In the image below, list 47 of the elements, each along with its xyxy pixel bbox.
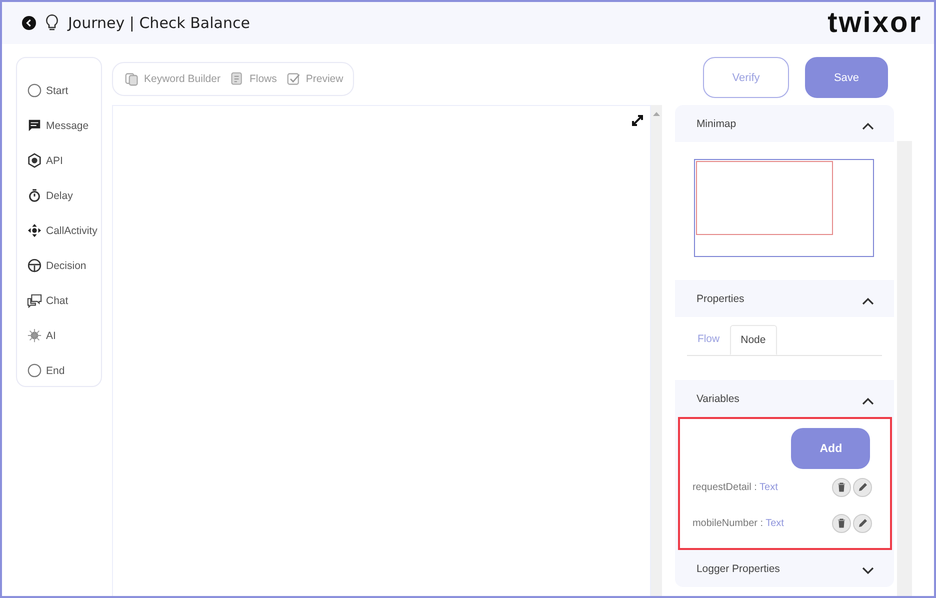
copy-icon <box>125 72 139 86</box>
scrollbar[interactable] <box>650 105 662 596</box>
variable-label: mobileNumber : Text <box>692 518 784 528</box>
stopwatch-icon <box>27 188 42 203</box>
palette-item[interactable]: Chat <box>27 283 101 318</box>
pencil-icon <box>858 518 868 528</box>
palette-item[interactable]: API <box>27 143 101 178</box>
chevron-down-icon[interactable] <box>862 566 874 574</box>
trash-icon <box>837 518 846 528</box>
tab[interactable]: Node <box>730 325 777 355</box>
trash-icon <box>837 482 846 492</box>
palette-item[interactable]: Start <box>27 73 101 108</box>
lightbulb-icon <box>44 14 60 32</box>
expand-icon[interactable] <box>630 114 644 127</box>
logo: twixor <box>828 6 922 40</box>
chevron-up-icon[interactable] <box>862 122 874 130</box>
edit-button[interactable] <box>853 478 872 496</box>
chevron-up-icon[interactable] <box>862 296 874 304</box>
palette-item[interactable]: CallActivity <box>27 213 101 248</box>
hexagon-icon <box>27 153 42 168</box>
section-header[interactable]: Properties <box>675 280 894 317</box>
chat-icon <box>27 293 42 308</box>
scrollbar[interactable] <box>897 141 912 596</box>
message-icon <box>27 118 42 133</box>
document-icon <box>230 72 244 86</box>
palette-item[interactable]: Delay <box>27 178 101 213</box>
delete-button[interactable] <box>832 514 852 532</box>
circle-icon <box>27 83 42 98</box>
back-icon[interactable] <box>22 16 36 30</box>
palette-item[interactable]: Message <box>27 108 101 143</box>
checkbox-icon <box>286 72 301 86</box>
palette-item[interactable]: AI <box>27 318 101 353</box>
delete-button[interactable] <box>832 478 852 496</box>
edit-button[interactable] <box>853 514 872 532</box>
page-title: Journey | Check Balance <box>68 14 250 32</box>
circle-icon <box>27 363 42 378</box>
chevron-up-icon[interactable] <box>862 396 874 404</box>
arrows-icon <box>27 223 42 238</box>
steering-wheel-icon <box>27 258 42 273</box>
pencil-icon <box>858 482 868 492</box>
section-header[interactable]: Variables <box>675 380 894 417</box>
gear-icon <box>27 328 42 343</box>
section-header[interactable]: Minimap <box>675 105 894 142</box>
palette-item[interactable]: End <box>27 353 101 388</box>
section-header[interactable]: Logger Properties <box>675 550 894 587</box>
variable-label: requestDetail : Text <box>692 482 778 492</box>
palette-item[interactable]: Decision <box>27 248 101 283</box>
